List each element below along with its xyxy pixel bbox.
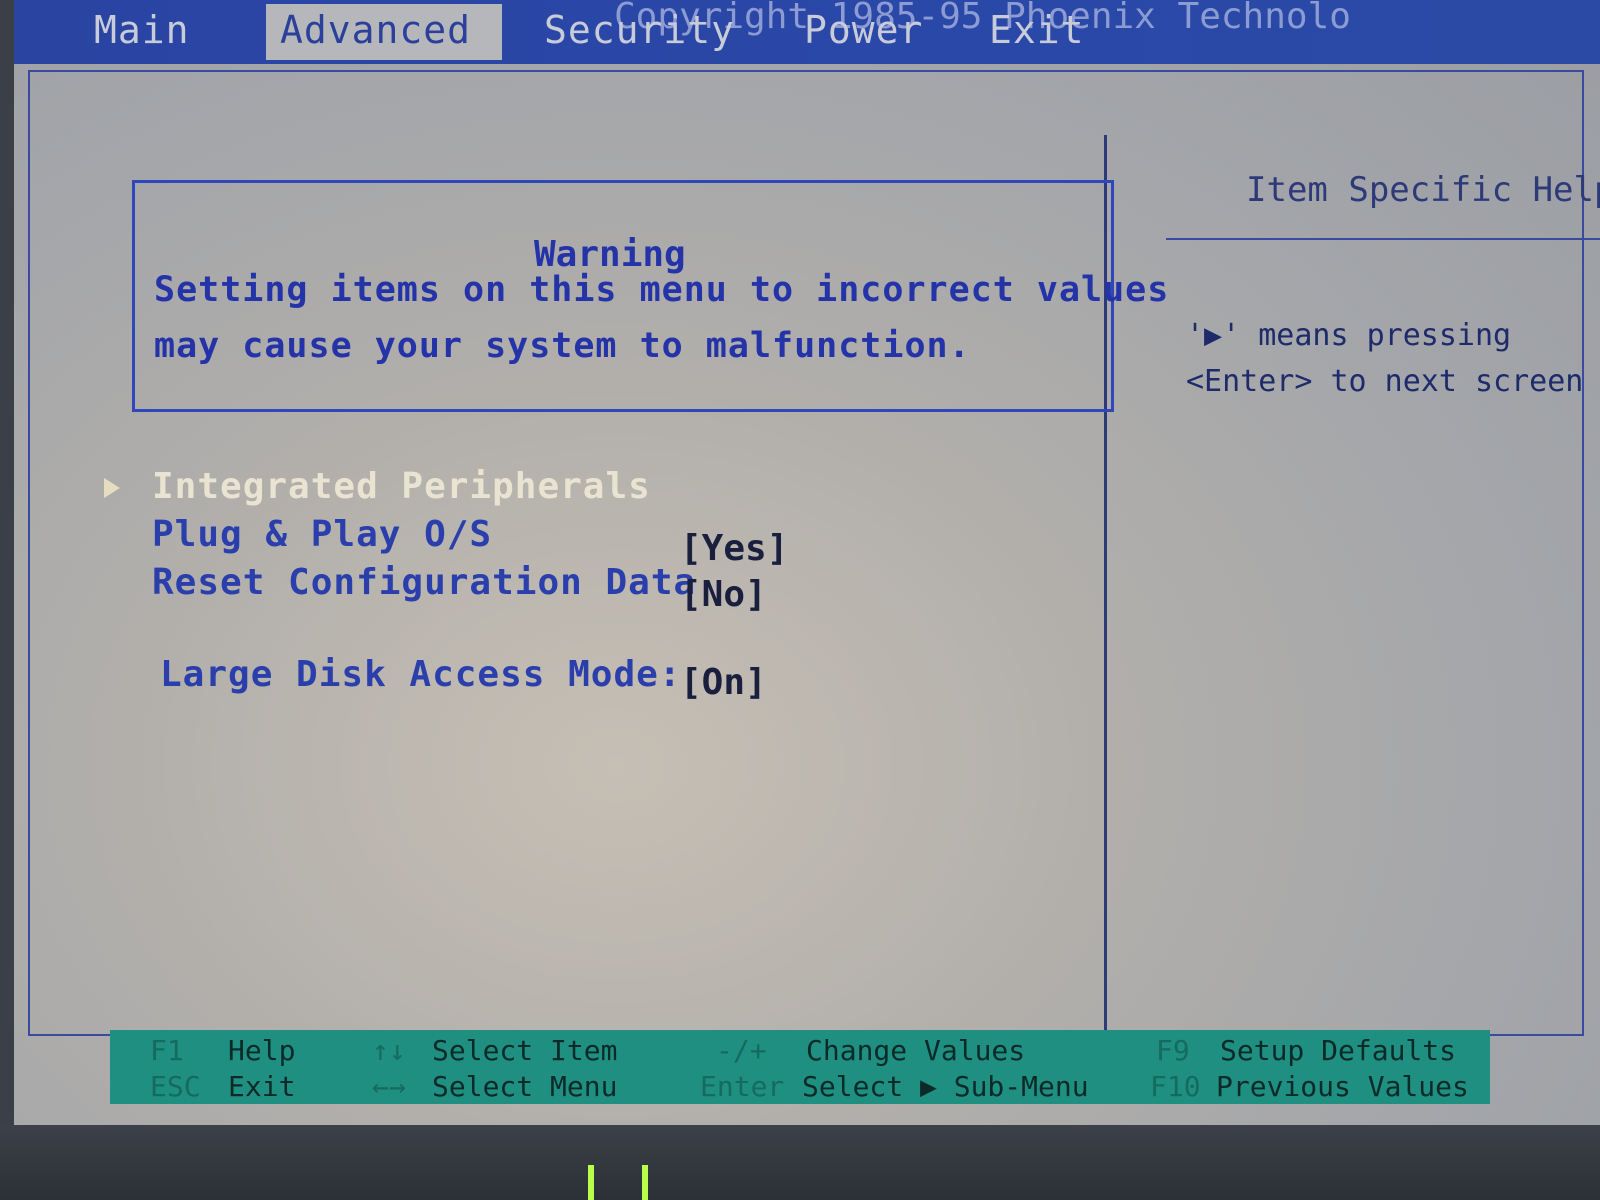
key-leftright: ←→ <box>372 1070 406 1103</box>
key-f1-desc: Help <box>228 1034 296 1067</box>
menu-item-large-disk[interactable]: Large Disk Access Mode: <box>160 654 682 695</box>
key-enter: Enter <box>700 1070 785 1103</box>
tab-security[interactable]: Security <box>544 4 735 60</box>
key-esc: ESC <box>150 1070 201 1103</box>
key-esc-desc: Exit <box>228 1070 296 1103</box>
key-enter-desc: Select ▶ Sub-Menu <box>802 1070 1089 1103</box>
tab-main[interactable]: Main <box>94 4 254 60</box>
key-updown-desc: Select Item <box>432 1034 618 1067</box>
help-header-divider <box>1166 238 1600 240</box>
key-help-bar: F1 Help ↑↓ Select Item -/+ Change Values… <box>110 1030 1490 1104</box>
reset-config-value[interactable]: [No] <box>680 574 767 615</box>
warning-line-1: Setting items on this menu to incorrect … <box>154 270 1170 310</box>
key-f9-desc: Setup Defaults <box>1220 1034 1457 1067</box>
submenu-arrow-icon <box>104 478 120 498</box>
tab-power[interactable]: Power <box>804 4 923 60</box>
help-line-2: <Enter> to next screen <box>1186 364 1584 399</box>
bios-screen: Copyright 1985-95 Phoenix Technolo Main … <box>14 0 1600 1125</box>
help-title: Item Specific Help <box>1246 170 1600 210</box>
help-line-1: '▶' means pressing <box>1186 318 1512 353</box>
key-leftright-desc: Select Menu <box>432 1070 618 1103</box>
laptop-bezel <box>0 1125 1600 1200</box>
status-led-icon <box>642 1165 648 1200</box>
menu-item-reset-config[interactable]: Reset Configuration Data <box>152 562 696 603</box>
key-f10: F10 <box>1150 1070 1201 1103</box>
menu-bar: Copyright 1985-95 Phoenix Technolo Main … <box>14 0 1600 64</box>
menu-item-plug-and-play[interactable]: Plug & Play O/S <box>152 514 492 555</box>
plug-and-play-value[interactable]: [Yes] <box>680 528 788 569</box>
tab-advanced[interactable]: Advanced <box>266 4 502 60</box>
key-f1: F1 <box>150 1034 184 1067</box>
key-f9: F9 <box>1156 1034 1190 1067</box>
key-plusminus: -/+ <box>716 1034 767 1067</box>
key-updown: ↑↓ <box>372 1034 406 1067</box>
status-led-icon <box>588 1165 594 1200</box>
key-f10-desc: Previous Values <box>1216 1070 1469 1103</box>
key-plusminus-desc: Change Values <box>806 1034 1026 1067</box>
menu-item-integrated-peripherals[interactable]: Integrated Peripherals <box>152 466 651 507</box>
tab-exit[interactable]: Exit <box>989 4 1085 60</box>
warning-line-2: may cause your system to malfunction. <box>154 326 971 366</box>
warning-title: Warning <box>534 234 686 275</box>
large-disk-value[interactable]: [On] <box>680 662 767 703</box>
